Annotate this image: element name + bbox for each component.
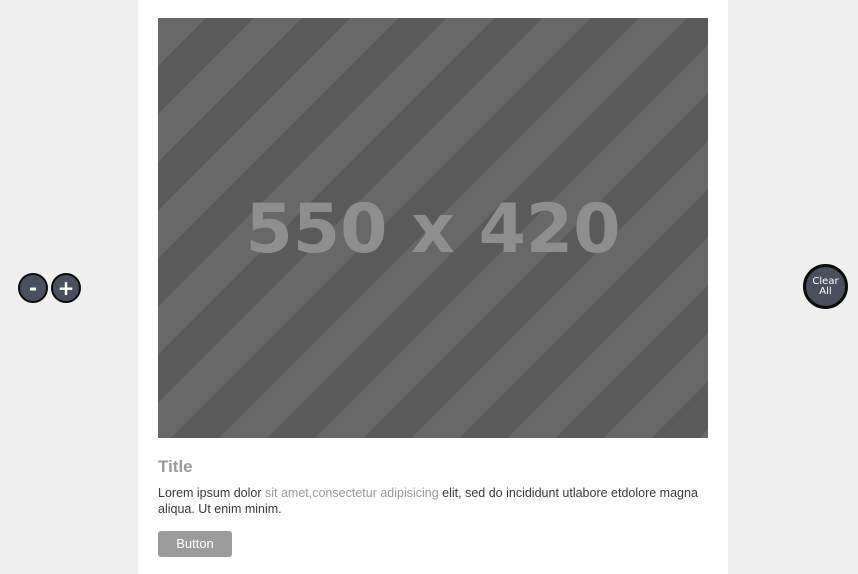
body-text-muted: sit amet,consectetur adipisicing [265, 486, 439, 500]
clear-all-button[interactable]: Clear All [803, 264, 848, 309]
content-card: 550 x 420 Title Lorem ipsum dolor sit am… [138, 0, 728, 574]
zoom-in-button[interactable]: + [51, 273, 81, 303]
image-placeholder-label: 550 x 420 [245, 190, 621, 269]
card-title: Title [158, 457, 193, 476]
clear-all-label-line1: Clear [812, 275, 839, 287]
card-button[interactable]: Button [158, 531, 232, 557]
card-body-text: Lorem ipsum dolor sit amet,consectetur a… [158, 485, 698, 517]
clear-all-label-line2: All [819, 285, 832, 297]
zoom-out-button[interactable]: - [18, 273, 48, 303]
body-text-part: Lorem ipsum dolor [158, 486, 265, 500]
image-placeholder: 550 x 420 [158, 18, 708, 438]
